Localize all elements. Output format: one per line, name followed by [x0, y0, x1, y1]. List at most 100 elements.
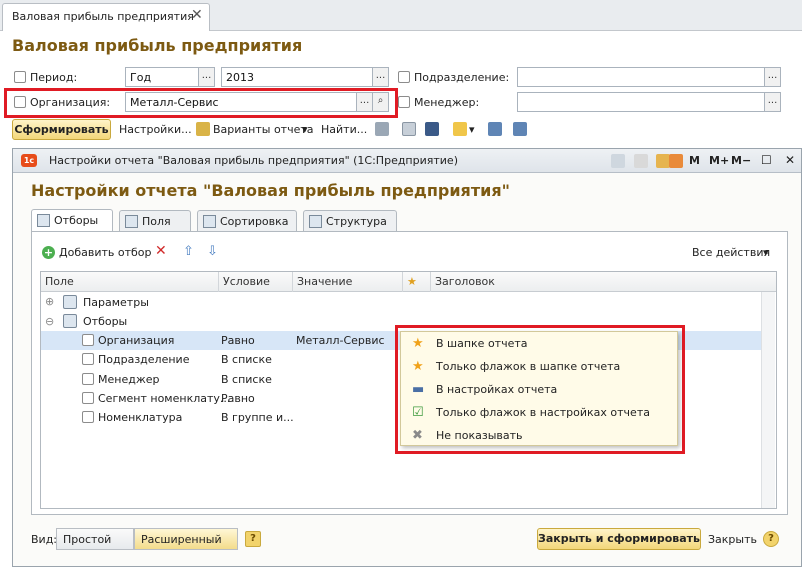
organization-field[interactable]: Металл-Сервис: [125, 92, 357, 112]
mail-dropdown-icon[interactable]: ▾: [469, 123, 475, 136]
structure-icon: [309, 215, 322, 228]
table-row-condition[interactable]: Равно: [221, 392, 255, 405]
period-value-select-button[interactable]: ...: [373, 67, 389, 87]
period-kind-field[interactable]: Год: [125, 67, 199, 87]
tab-fields[interactable]: Поля: [119, 210, 191, 232]
manager-field[interactable]: [517, 92, 765, 112]
tab-filters[interactable]: Отборы: [31, 209, 113, 232]
filters-group-icon: [63, 314, 77, 328]
manager-label: Менеджер:: [414, 96, 480, 109]
manager-checkbox[interactable]: [398, 96, 410, 108]
generate-button[interactable]: Сформировать: [12, 119, 111, 140]
group-filters[interactable]: Отборы: [83, 315, 127, 328]
row-checkbox[interactable]: [82, 411, 94, 423]
row-checkbox[interactable]: [82, 353, 94, 365]
display-mode-popup: ★ В шапке отчета ★ Только флажок в шапке…: [400, 331, 678, 446]
table-row-condition[interactable]: В группе и...: [221, 411, 294, 424]
settings-save-icon[interactable]: [513, 122, 527, 136]
star-icon[interactable]: [611, 154, 625, 168]
period-checkbox[interactable]: [14, 71, 26, 83]
filter-icon: [37, 214, 50, 227]
popup-item-checkbox-in-header[interactable]: ★ Только флажок в шапке отчета: [401, 356, 677, 379]
table-row-condition[interactable]: В списке: [221, 353, 272, 366]
column-header-title[interactable]: Заголовок: [431, 272, 776, 292]
table-header: Поле Условие Значение ★ Заголовок: [41, 272, 776, 292]
find-button[interactable]: Найти...: [321, 123, 367, 136]
tab-sorting[interactable]: Сортировка: [197, 210, 297, 232]
organization-checkbox[interactable]: [14, 96, 26, 108]
manager-select-button[interactable]: ...: [765, 92, 781, 112]
period-value-field[interactable]: 2013: [221, 67, 373, 87]
all-actions-menu[interactable]: Все действия: [692, 246, 770, 259]
star-icon: ★: [412, 336, 424, 351]
table-row-value[interactable]: Металл-Сервис: [296, 334, 385, 347]
column-header-value[interactable]: Значение: [293, 272, 403, 292]
document-icon[interactable]: [634, 154, 648, 168]
organization-select-button[interactable]: ...: [357, 92, 373, 112]
report-variants-icon: [196, 122, 210, 136]
table-row-field[interactable]: Подразделение: [98, 353, 189, 366]
table-row-field[interactable]: Сегмент номенклату...: [98, 392, 230, 405]
popup-item-in-header[interactable]: ★ В шапке отчета: [401, 333, 677, 356]
division-field[interactable]: [517, 67, 765, 87]
table-scrollbar[interactable]: [761, 292, 775, 508]
period-label: Период:: [30, 71, 78, 84]
help-icon[interactable]: ?: [245, 531, 261, 547]
table-row-field[interactable]: Организация: [98, 334, 174, 347]
collapse-icon[interactable]: ⊖: [45, 315, 54, 328]
preview-icon[interactable]: [402, 122, 416, 136]
calendar-icon[interactable]: [669, 154, 683, 168]
period-kind-select-button[interactable]: ...: [199, 67, 215, 87]
chevron-down-icon[interactable]: ▾: [302, 123, 308, 136]
1c-logo-icon: 1c: [21, 154, 37, 167]
row-checkbox[interactable]: [82, 373, 94, 385]
tab-structure[interactable]: Структура: [303, 210, 397, 232]
flag-check-icon: ☑: [412, 405, 424, 420]
division-select-button[interactable]: ...: [765, 67, 781, 87]
memory-button[interactable]: M: [689, 154, 700, 167]
memory-minus-button[interactable]: M−: [731, 154, 751, 167]
view-extended-toggle[interactable]: Расширенный: [134, 528, 238, 550]
close-icon[interactable]: ✕: [191, 7, 203, 23]
popup-item-checkbox-in-settings[interactable]: ☑ Только флажок в настройках отчета: [401, 402, 677, 425]
maximize-icon[interactable]: ☐: [761, 153, 772, 167]
x-icon: ✖: [412, 428, 423, 443]
popup-item-hide[interactable]: ✖ Не показывать: [401, 425, 677, 448]
search-icon[interactable]: ⌕: [373, 92, 389, 112]
row-checkbox[interactable]: [82, 392, 94, 404]
delete-icon[interactable]: ✕: [155, 243, 167, 259]
sorting-icon: [203, 215, 216, 228]
memory-plus-button[interactable]: M+: [709, 154, 729, 167]
settings-window-title: Настройки отчета "Валовая прибыль предпр…: [49, 154, 458, 167]
settings-button[interactable]: Настройки...: [119, 123, 192, 136]
column-header-field[interactable]: Поле: [41, 272, 219, 292]
add-filter-button[interactable]: Добавить отбор: [59, 246, 152, 259]
report-variants-button[interactable]: Варианты отчета: [213, 123, 314, 136]
column-header-star[interactable]: ★: [403, 272, 431, 292]
group-parameters[interactable]: Параметры: [83, 296, 149, 309]
column-header-condition[interactable]: Условие: [219, 272, 293, 292]
view-simple-toggle[interactable]: Простой: [56, 528, 134, 550]
table-row-condition[interactable]: Равно: [221, 334, 255, 347]
move-up-icon[interactable]: ⇧: [183, 244, 194, 259]
table-row-condition[interactable]: В списке: [221, 373, 272, 386]
close-icon[interactable]: ✕: [785, 153, 795, 167]
help-icon[interactable]: ?: [763, 531, 779, 547]
organization-label: Организация:: [30, 96, 111, 109]
calculator-icon[interactable]: [656, 154, 670, 168]
expand-icon[interactable]: ⊕: [45, 295, 54, 308]
move-down-icon[interactable]: ⇩: [207, 244, 218, 259]
print-icon[interactable]: [375, 122, 389, 136]
table-row-field[interactable]: Номенклатура: [98, 411, 182, 424]
settings-load-icon[interactable]: [488, 122, 502, 136]
popup-item-in-settings[interactable]: ▬ В настройках отчета: [401, 379, 677, 402]
document-tab[interactable]: Валовая прибыль предприятия ✕: [2, 3, 210, 31]
division-checkbox[interactable]: [398, 71, 410, 83]
table-row-field[interactable]: Менеджер: [98, 373, 159, 386]
close-and-generate-button[interactable]: Закрыть и сформировать: [537, 528, 701, 550]
mail-icon[interactable]: [453, 122, 467, 136]
row-checkbox[interactable]: [82, 334, 94, 346]
parameters-icon: [63, 295, 77, 309]
close-button[interactable]: Закрыть: [708, 533, 757, 546]
save-icon[interactable]: [425, 122, 439, 136]
